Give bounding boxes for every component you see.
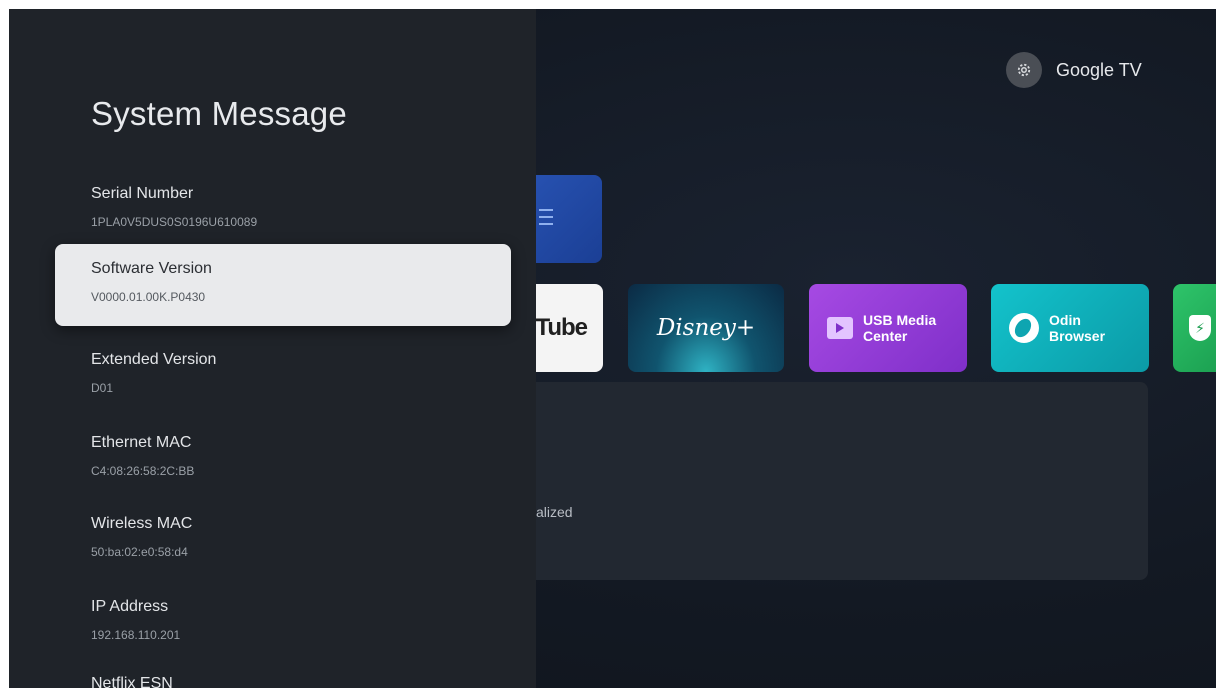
system-message-panel: System Message Serial Number 1PLA0V5DUS0… <box>9 9 536 688</box>
gear-icon[interactable] <box>1006 52 1042 88</box>
info-value: V0000.01.00K.P0430 <box>91 290 206 304</box>
folder-play-icon <box>827 317 853 339</box>
youtube-label: Tube <box>535 314 588 341</box>
info-extended-version[interactable]: Extended Version D01 <box>55 335 511 417</box>
app-tile-vpn[interactable]: ⚡ <box>1173 284 1216 372</box>
info-value: 1PLA0V5DUS0S0196U610089 <box>91 215 258 229</box>
info-label: Extended Version <box>91 351 217 368</box>
google-tv-label: Google TV <box>1056 59 1142 80</box>
info-ip-address[interactable]: IP Address 192.168.110.201 <box>55 582 511 664</box>
app-tile-usb-media-center[interactable]: USB Media Center <box>809 284 967 372</box>
google-tv-brand: Google TV <box>1006 52 1142 88</box>
tv-screen: Google TV Tube Disney+ USB Media Center … <box>9 9 1216 688</box>
info-label: Wireless MAC <box>91 515 193 532</box>
app-tile-odin-browser[interactable]: Odin Browser <box>991 284 1149 372</box>
disney-plus-logo: Disney+ <box>656 315 756 341</box>
info-value: C4:08:26:58:2C:BB <box>91 464 195 478</box>
app-tile-disney-plus[interactable]: Disney+ <box>628 284 784 372</box>
info-value: D01 <box>91 381 114 395</box>
odin-leaf-icon <box>1009 313 1039 343</box>
info-serial-number[interactable]: Serial Number 1PLA0V5DUS0S0196U610089 <box>55 169 511 251</box>
info-label: Ethernet MAC <box>91 434 192 451</box>
info-label: Serial Number <box>91 185 194 202</box>
usb-media-center-label: USB Media Center <box>863 312 937 344</box>
shield-bolt-icon: ⚡ <box>1189 315 1211 341</box>
info-ethernet-mac[interactable]: Ethernet MAC C4:08:26:58:2C:BB <box>55 418 511 500</box>
recommendation-card[interactable] <box>489 382 1148 580</box>
info-value: 50:ba:02:e0:58:d4 <box>91 545 188 559</box>
card-caption: alized <box>536 504 573 520</box>
menu-lines-icon <box>539 209 553 230</box>
odin-browser-label: Odin Browser <box>1049 312 1106 344</box>
info-label: Software Version <box>91 260 212 277</box>
info-value: 192.168.110.201 <box>91 628 181 642</box>
info-netflix-esn[interactable]: Netflix ESN <box>55 659 511 688</box>
info-label: Netflix ESN <box>91 675 173 688</box>
info-label: IP Address <box>91 598 169 615</box>
info-wireless-mac[interactable]: Wireless MAC 50:ba:02:e0:58:d4 <box>55 499 511 581</box>
panel-title: System Message <box>91 95 347 132</box>
info-software-version[interactable]: Software Version V0000.01.00K.P0430 <box>55 244 511 326</box>
